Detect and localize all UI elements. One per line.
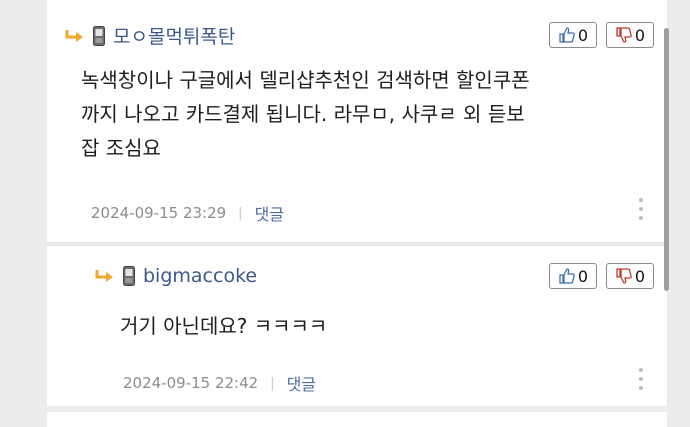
upvote-button[interactable]: 0 xyxy=(549,263,597,289)
comment-timestamp: 2024-09-15 22:42 xyxy=(123,374,259,392)
phone-icon xyxy=(123,266,135,286)
scrollbar[interactable] xyxy=(664,28,669,291)
comment-author[interactable]: 모ㅇ몰먹튀폭탄 xyxy=(113,22,235,49)
downvote-button[interactable]: 0 xyxy=(606,22,654,48)
comment-header: 모ㅇ몰먹튀폭탄 xyxy=(65,22,235,49)
reply-link[interactable]: 댓글 xyxy=(287,371,316,395)
comment-body: 녹색창이나 구글에서 델리샵추천인 검색하면 할인쿠폰 까지 나오고 카드결제 … xyxy=(81,63,530,165)
upvote-button[interactable]: 0 xyxy=(549,22,597,48)
comment-timestamp: 2024-09-15 23:29 xyxy=(91,204,227,222)
more-vertical-icon[interactable] xyxy=(638,198,644,220)
vote-buttons: 0 0 xyxy=(549,263,654,289)
comment-card-partial xyxy=(47,412,667,427)
phone-icon xyxy=(93,25,105,46)
comment-card: bigmaccoke 0 0 거기 아닌데요? ㅋㅋㅋㅋ 2024-09-15 … xyxy=(47,246,667,406)
reply-arrow-icon xyxy=(65,29,83,42)
comment-text-line: 까지 나오고 카드결제 됩니다. 라무ㅁ, 사쿠ㄹ 외 듣보 xyxy=(81,102,525,126)
upvote-count: 0 xyxy=(577,25,589,45)
vote-buttons: 0 0 xyxy=(549,22,654,48)
downvote-button[interactable]: 0 xyxy=(606,263,654,289)
thumbs-down-icon xyxy=(616,27,632,43)
comment-meta: 2024-09-15 23:29 | 댓글 xyxy=(91,201,284,225)
comment-text-line: 잡 조심요 xyxy=(81,136,161,160)
reply-arrow-icon xyxy=(95,270,113,282)
more-vertical-icon[interactable] xyxy=(638,368,644,390)
meta-separator: | xyxy=(270,375,275,391)
comment-author[interactable]: bigmaccoke xyxy=(143,265,257,287)
downvote-count: 0 xyxy=(634,266,646,286)
comment-card: 모ㅇ몰먹튀폭탄 0 0 녹색창이나 구글에서 델리샵추천인 검색하면 할인쿠폰 … xyxy=(47,0,667,242)
downvote-count: 0 xyxy=(634,25,646,45)
thumbs-up-icon xyxy=(559,268,575,284)
comment-header: bigmaccoke xyxy=(95,265,257,287)
thumbs-down-icon xyxy=(616,268,632,284)
comment-body: 거기 아닌데요? ㅋㅋㅋㅋ xyxy=(120,309,327,343)
thumbs-up-icon xyxy=(559,27,575,43)
reply-link[interactable]: 댓글 xyxy=(255,201,284,225)
meta-separator: | xyxy=(238,205,243,221)
comment-meta: 2024-09-15 22:42 | 댓글 xyxy=(123,371,316,395)
upvote-count: 0 xyxy=(577,266,589,286)
comment-text-line: 거기 아닌데요? ㅋㅋㅋㅋ xyxy=(120,314,328,338)
comment-text-line: 녹색창이나 구글에서 델리샵추천인 검색하면 할인쿠폰 xyxy=(81,68,530,92)
